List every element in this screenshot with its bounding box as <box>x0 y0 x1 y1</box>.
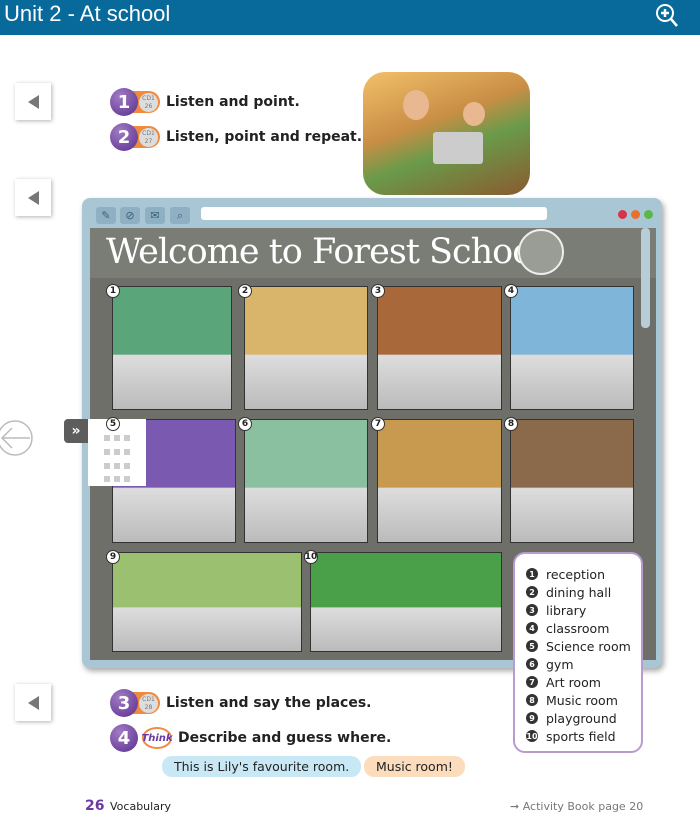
exercise-text: Describe and guess where. <box>178 730 392 746</box>
legend-number: 1 <box>526 568 538 580</box>
picture-library <box>377 286 502 410</box>
picture-number: 10 <box>304 550 318 564</box>
legend-item: 4 classroom <box>526 619 641 637</box>
legend-item: 10 sports field <box>526 727 641 745</box>
legend-label: gym <box>546 656 574 672</box>
picture-number: 3 <box>371 284 385 298</box>
pencil-icon[interactable]: ✎ <box>96 207 116 224</box>
picture-number: 7 <box>371 417 385 431</box>
exercise-number: 1 <box>110 88 138 116</box>
zoom-in-icon[interactable] <box>652 2 686 32</box>
speech-bubble-right: Music room! <box>364 756 465 777</box>
picture-playground <box>112 552 302 652</box>
picture-number: 8 <box>504 417 518 431</box>
exercise-4: 4 Think Describe and guess where. <box>110 724 391 752</box>
legend-item: 6 gym <box>526 655 641 673</box>
picture-number: 1 <box>106 284 120 298</box>
legend-label: Art room <box>546 674 601 690</box>
legend-item: 3 library <box>526 601 641 619</box>
legend-number: 7 <box>526 676 538 688</box>
legend-item: 5 Science room <box>526 637 641 655</box>
exercise-text: Listen, point and repeat. <box>166 129 363 145</box>
legend-label: library <box>546 602 587 618</box>
picture-art-room <box>377 419 502 543</box>
page-title: Unit 2 - At school <box>4 1 171 26</box>
search-icon[interactable]: ⌕ <box>170 207 190 224</box>
think-badge: Think <box>141 727 173 749</box>
picture-gym <box>244 419 368 543</box>
places-legend: 1 reception 2 dining hall 3 library 4 classroom… <box>513 552 643 753</box>
picture-reception <box>112 286 232 410</box>
minimize-dot-icon[interactable] <box>631 210 640 219</box>
legend-item: 8 Music room <box>526 691 641 709</box>
exercise-text: Listen and point. <box>166 94 300 110</box>
picture-number: 5 <box>106 417 120 431</box>
speech-bubble-left: This is Lily's favourite room. <box>162 756 362 777</box>
audio-play-button-3[interactable] <box>15 684 51 721</box>
legend-number: 10 <box>526 730 538 742</box>
website-heading: Welcome to Forest School <box>106 232 543 272</box>
picture-number: 6 <box>238 417 252 431</box>
exercise-text: Listen and say the places. <box>166 695 372 711</box>
section-label: Vocabulary <box>110 800 171 813</box>
paperclip-icon[interactable]: ⊘ <box>120 207 140 224</box>
picture-number: 9 <box>106 550 120 564</box>
address-bar[interactable] <box>201 207 547 220</box>
legend-label: playground <box>546 710 617 726</box>
audio-play-button-2[interactable] <box>15 179 51 216</box>
picture-dining-hall <box>244 286 368 410</box>
maximize-dot-icon[interactable] <box>644 210 653 219</box>
legend-number: 6 <box>526 658 538 670</box>
legend-label: classroom <box>546 620 610 636</box>
close-dot-icon[interactable] <box>618 210 627 219</box>
legend-number: 3 <box>526 604 538 616</box>
legend-number: 5 <box>526 640 538 652</box>
legend-item: 7 Art room <box>526 673 641 691</box>
picture-sports-field <box>310 552 502 652</box>
picture-number: 2 <box>238 284 252 298</box>
legend-label: reception <box>546 566 605 582</box>
play-left-icon <box>27 695 39 710</box>
legend-label: sports field <box>546 728 616 744</box>
activity-book-link[interactable]: ➞ Activity Book page 20 <box>510 800 643 813</box>
exercise-number: 3 <box>110 689 138 717</box>
legend-label: Music room <box>546 692 618 708</box>
mail-icon[interactable]: ✉ <box>145 207 165 224</box>
exercise-1: 1 CD1 26 Listen and point. <box>110 88 300 116</box>
school-crest-logo <box>518 229 564 275</box>
legend-number: 9 <box>526 712 538 724</box>
legend-label: Science room <box>546 638 631 654</box>
play-left-icon <box>27 94 39 109</box>
audio-play-button-1[interactable] <box>15 83 51 120</box>
legend-label: dining hall <box>546 584 612 600</box>
exercise-2: 2 CD1 27 Listen, point and repeat. <box>110 123 362 151</box>
picture-classroom <box>510 286 634 410</box>
exercise-number: 4 <box>110 724 138 752</box>
play-left-icon <box>27 190 39 205</box>
legend-item: 9 playground <box>526 709 641 727</box>
page-number: 26 <box>85 798 105 814</box>
scrollbar[interactable] <box>641 228 650 328</box>
family-laptop-photo <box>363 72 530 195</box>
picture-music-room <box>510 419 634 543</box>
back-arrow-icon[interactable] <box>0 418 34 458</box>
exercise-3: 3 CD1 28 Listen and say the places. <box>110 689 371 717</box>
legend-number: 8 <box>526 694 538 706</box>
legend-item: 2 dining hall <box>526 583 641 601</box>
legend-number: 2 <box>526 586 538 598</box>
legend-number: 4 <box>526 622 538 634</box>
expand-panel-button[interactable]: » <box>64 419 88 443</box>
picture-number: 4 <box>504 284 518 298</box>
exercise-number: 2 <box>110 123 138 151</box>
legend-item: 1 reception <box>526 565 641 583</box>
